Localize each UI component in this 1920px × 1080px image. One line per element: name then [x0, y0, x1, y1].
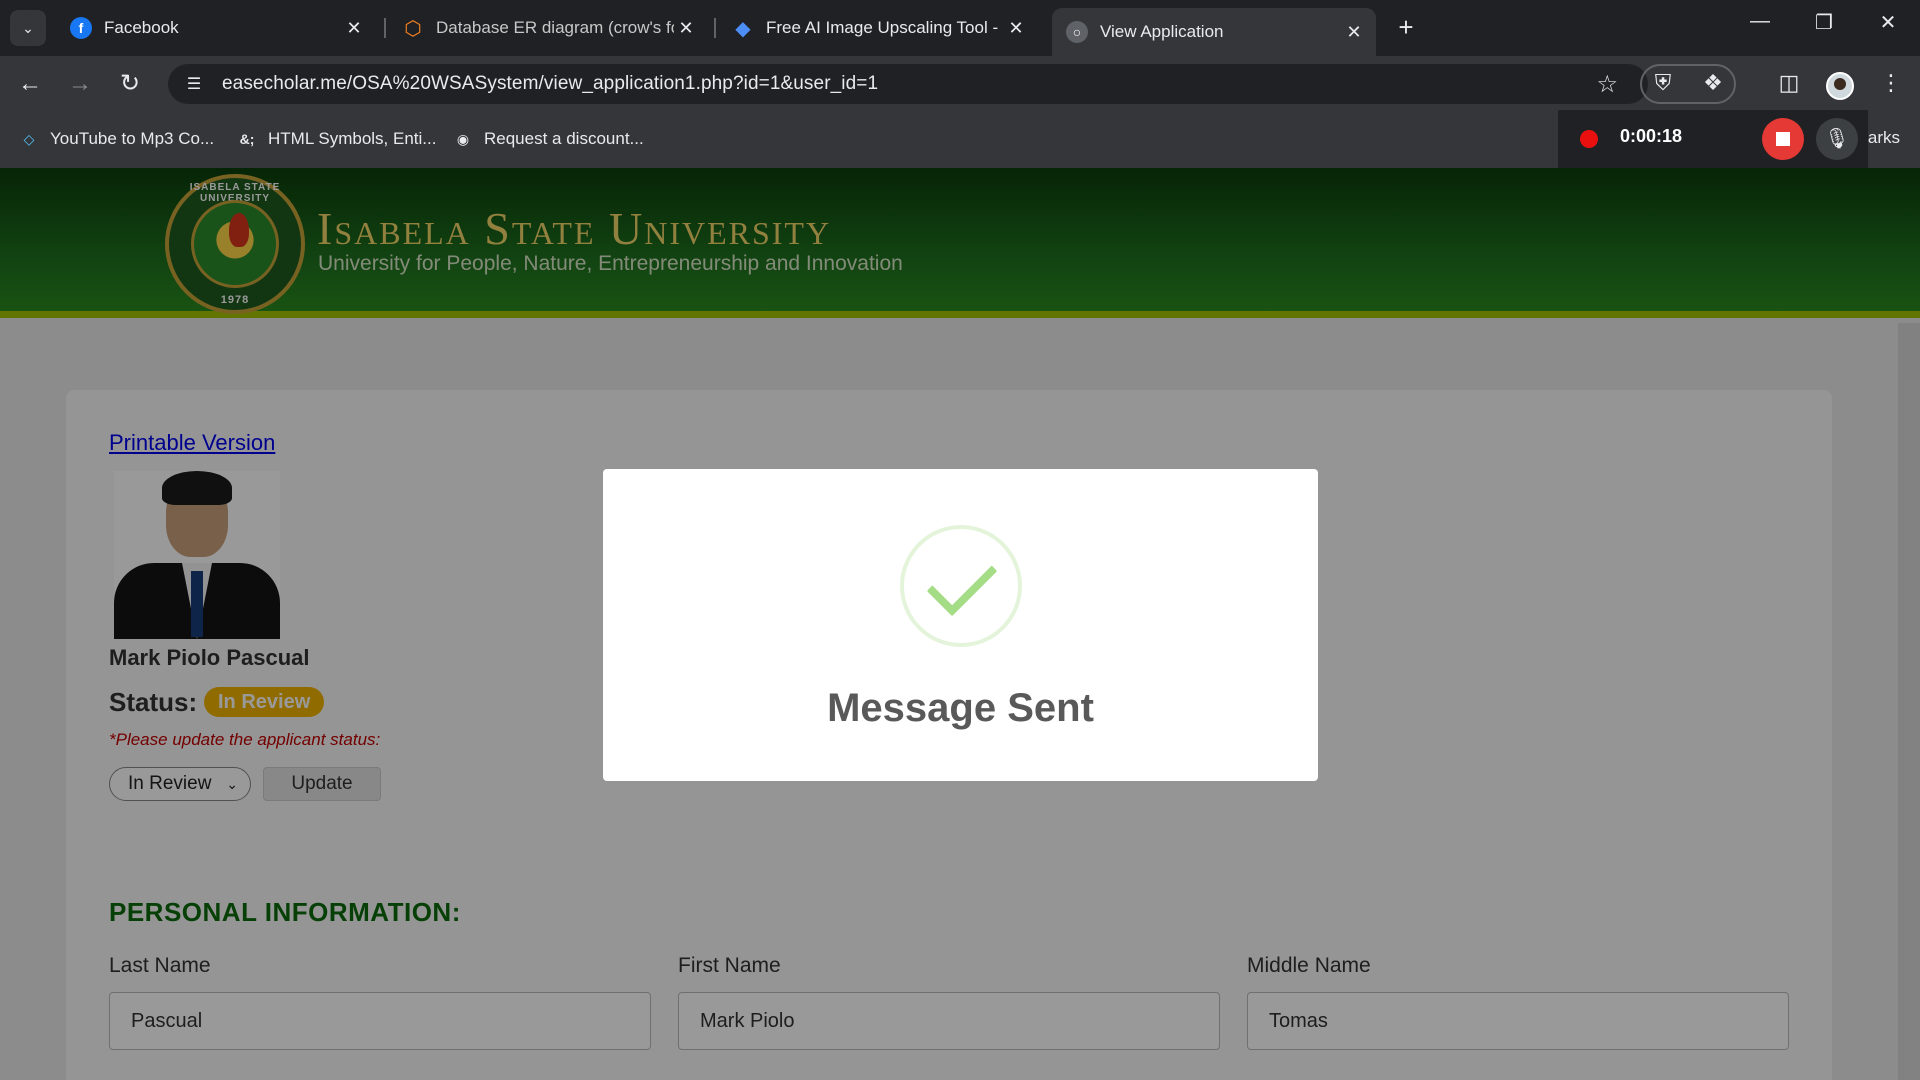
- url-text[interactable]: easecholar.me/OSA%20WSASystem/view_appli…: [222, 73, 878, 95]
- gem-icon: ◆: [735, 17, 751, 40]
- minimize-button[interactable]: —: [1740, 10, 1780, 33]
- chevron-down-icon: ⌄: [22, 19, 34, 36]
- arrow-right-icon: →: [68, 70, 92, 97]
- recording-dot-icon: [1580, 130, 1598, 148]
- address-bar[interactable]: ☰ easecholar.me/OSA%20WSASystem/view_app…: [168, 64, 1648, 104]
- all-bookmarks-label[interactable]: arks: [1868, 128, 1900, 148]
- facebook-icon: f: [70, 17, 92, 39]
- side-panel-icon[interactable]: ◫: [1774, 70, 1804, 96]
- close-icon[interactable]: ✕: [1342, 22, 1366, 43]
- stop-recording-button[interactable]: [1762, 118, 1804, 160]
- dialog-title: Message Sent: [827, 686, 1094, 730]
- diamond-icon: ◇: [23, 130, 35, 147]
- tab-search-button[interactable]: ⌄: [10, 10, 46, 46]
- mic-off-icon: 🎙: [1824, 128, 1850, 150]
- profile-avatar[interactable]: [1826, 72, 1854, 100]
- back-button[interactable]: ←: [14, 68, 46, 100]
- close-window-button[interactable]: ✕: [1868, 10, 1908, 35]
- close-icon[interactable]: ✕: [342, 18, 366, 39]
- restore-button[interactable]: ❐: [1804, 10, 1844, 35]
- tab-title: View Application: [1100, 22, 1224, 41]
- puzzle-extension-icon[interactable]: ❖: [1698, 70, 1728, 96]
- tab-separator: [384, 18, 386, 38]
- tab-view-application[interactable]: ○ View Application ✕: [1052, 8, 1376, 56]
- modal-backdrop[interactable]: Message Sent: [0, 168, 1920, 1080]
- tab-image-upscaler[interactable]: ◆ Free AI Image Upscaling Tool - ✕: [718, 8, 1038, 48]
- tab-strip: ⌄ f Facebook ✕ ⬡ Database ER diagram (cr…: [0, 0, 1920, 56]
- reload-button[interactable]: ↻: [114, 68, 146, 100]
- close-icon[interactable]: ✕: [1004, 18, 1028, 39]
- close-icon[interactable]: ✕: [674, 18, 698, 39]
- bookmark-label: YouTube to Mp3 Co...: [50, 129, 215, 148]
- restore-icon: ❐: [1815, 12, 1833, 34]
- shield-extension-icon[interactable]: ⛨: [1648, 70, 1678, 96]
- recording-timer: 0:00:18: [1620, 126, 1683, 146]
- success-check-icon: [900, 525, 1022, 647]
- globe-icon: ○: [1066, 21, 1088, 43]
- tab-title: Database ER diagram (crow's fo: [436, 18, 674, 37]
- bookmark-star-icon[interactable]: ☆: [1596, 70, 1618, 99]
- ampersand-icon: &;: [239, 131, 255, 147]
- bookmark-label: HTML Symbols, Enti...: [268, 129, 437, 148]
- arrow-left-icon: ←: [18, 70, 42, 97]
- page-viewport: ISABELA STATE UNIVERSITY 1978 Isabela St…: [0, 168, 1920, 1080]
- github-icon: ◉: [456, 130, 470, 147]
- browser-toolbar: ← → ↻ ☰ easecholar.me/OSA%20WSASystem/vi…: [0, 56, 1920, 112]
- bookmark-html-symbols[interactable]: &; HTML Symbols, Enti...: [236, 128, 437, 150]
- mic-muted-button[interactable]: 🎙: [1816, 118, 1858, 160]
- tab-separator: [714, 18, 716, 38]
- site-settings-icon[interactable]: ☰: [180, 74, 208, 94]
- diagram-app-icon: ⬡: [404, 17, 422, 40]
- tab-title: Facebook: [104, 18, 179, 37]
- tab-database-er[interactable]: ⬡ Database ER diagram (crow's fo ✕: [388, 8, 708, 48]
- bookmark-label: Request a discount...: [484, 129, 644, 148]
- new-tab-button[interactable]: +: [1390, 12, 1422, 43]
- forward-button[interactable]: →: [64, 68, 96, 100]
- menu-dots-icon[interactable]: ⋮: [1876, 70, 1906, 96]
- plus-icon: +: [1398, 12, 1414, 42]
- tab-facebook[interactable]: f Facebook ✕: [56, 8, 376, 48]
- bookmark-youtube-mp3[interactable]: ◇ YouTube to Mp3 Co...: [18, 128, 215, 150]
- minimize-icon: —: [1750, 10, 1770, 32]
- tab-title: Free AI Image Upscaling Tool -: [766, 18, 999, 37]
- reload-icon: ↻: [119, 70, 141, 97]
- message-sent-dialog: Message Sent: [603, 469, 1318, 781]
- close-icon: ✕: [1879, 12, 1897, 34]
- bookmark-request-discount[interactable]: ◉ Request a discount...: [452, 128, 644, 150]
- screen-recorder-bar: 0:00:18 🎙: [1558, 110, 1868, 168]
